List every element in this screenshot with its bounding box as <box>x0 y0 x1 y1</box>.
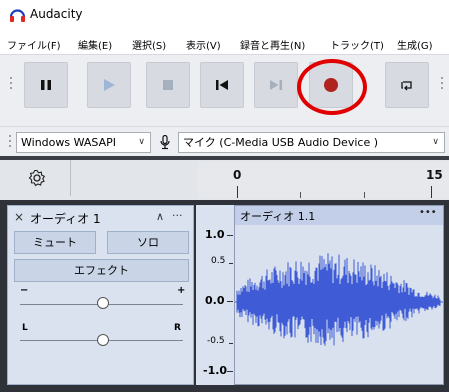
menu-bar: ファイル(F) 編集(E) 選択(S) 表示(V) 録音と再生(N) トラック(… <box>0 30 449 54</box>
amplitude-tick <box>227 371 233 372</box>
amplitude-label: -1.0 <box>203 364 228 377</box>
timeline-tick-mark <box>364 192 365 198</box>
chevron-down-icon: ∨ <box>138 137 145 147</box>
menu-edit[interactable]: 編集(E) <box>78 37 112 52</box>
pause-icon <box>41 80 51 90</box>
chevron-down-icon: ∨ <box>432 137 439 147</box>
menu-generate[interactable]: 生成(G) <box>397 37 433 52</box>
menu-view[interactable]: 表示(V) <box>186 37 221 52</box>
pan-right-label: R <box>174 323 181 333</box>
play-button[interactable] <box>87 62 131 108</box>
amplitude-tick <box>229 263 233 264</box>
record-highlight-annotation <box>297 59 367 115</box>
gain-slider-thumb[interactable] <box>97 297 109 309</box>
menu-record-play[interactable]: 録音と再生(N) <box>240 37 305 52</box>
waveform[interactable] <box>235 225 443 385</box>
timeline-ruler[interactable]: 0 15 <box>198 162 449 198</box>
amplitude-tick <box>227 235 233 236</box>
toolbar-grip-dot <box>10 87 12 89</box>
mute-button[interactable]: ミュート <box>14 231 96 254</box>
recording-device-value: マイク (C-Media USB Audio Device ) <box>183 136 378 149</box>
toolbar-grip-dot <box>10 82 12 84</box>
amplitude-label: 0.5 <box>211 256 226 266</box>
clip-name[interactable]: オーディオ 1.1 <box>240 208 315 224</box>
audacity-logo-icon <box>9 9 26 22</box>
gear-icon[interactable] <box>28 169 46 187</box>
pan-left-label: L <box>22 323 28 333</box>
toolbar-grip-dot <box>441 87 443 89</box>
gain-minus-label: − <box>20 285 29 296</box>
clip-menu-button[interactable]: ••• <box>419 207 437 218</box>
stop-button[interactable] <box>146 62 190 108</box>
toolbar-grip-right[interactable] <box>441 77 443 79</box>
device-toolbar-grip[interactable] <box>9 135 11 137</box>
pan-slider-thumb[interactable] <box>97 334 109 346</box>
skip-to-end-icon <box>270 80 282 90</box>
amplitude-label: -0.5 <box>207 336 225 346</box>
audio-host-value: Windows WASAPI <box>21 136 116 149</box>
solo-button[interactable]: ソロ <box>107 231 189 254</box>
device-toolbar: Windows WASAPI ∨ マイク (C-Media USB Audio … <box>0 126 449 157</box>
audio-clip[interactable]: オーディオ 1.1 ••• <box>234 205 444 385</box>
toolbar-grip-dot <box>9 145 11 147</box>
amplitude-tick <box>229 343 233 344</box>
toolbar-grip-dot <box>441 82 443 84</box>
menu-tracks[interactable]: トラック(T) <box>330 37 384 52</box>
microphone-icon <box>160 135 170 150</box>
loop-button[interactable] <box>385 62 429 108</box>
skip-to-start-button[interactable] <box>200 62 244 108</box>
track-control-panel: × オーディオ 1 ∧ ··· ミュート ソロ エフェクト − + L R <box>7 205 194 385</box>
amplitude-tick <box>227 301 233 302</box>
window-title: Audacity <box>30 7 83 21</box>
recording-device-select[interactable]: マイク (C-Media USB Audio Device ) ∨ <box>178 132 445 153</box>
effects-button[interactable]: エフェクト <box>14 259 189 282</box>
audio-host-select[interactable]: Windows WASAPI ∨ <box>16 132 151 153</box>
close-track-button[interactable]: × <box>14 210 24 224</box>
play-icon <box>104 79 115 91</box>
stop-icon <box>163 80 173 90</box>
transport-toolbar <box>0 54 449 127</box>
clip-header[interactable]: オーディオ 1.1 ••• <box>235 206 443 225</box>
timeline-tick-mark <box>237 186 238 198</box>
timeline-tick-mark <box>431 186 432 198</box>
toolbar-grip[interactable] <box>10 77 12 79</box>
amplitude-label: 1.0 <box>205 228 225 241</box>
skip-to-start-icon <box>216 80 228 90</box>
track-name[interactable]: オーディオ 1 <box>30 210 101 227</box>
gain-plus-label: + <box>177 285 186 296</box>
menu-select[interactable]: 選択(S) <box>132 37 166 52</box>
pause-button[interactable] <box>24 62 68 108</box>
menu-file[interactable]: ファイル(F) <box>7 37 61 52</box>
timeline-tick-0: 0 <box>233 168 242 182</box>
timeline-tick-15: 15 <box>426 168 443 182</box>
amplitude-label: 0.0 <box>205 294 225 307</box>
timeline-tick-mark <box>300 192 301 198</box>
loop-icon <box>401 81 412 91</box>
collapse-track-button[interactable]: ∧ <box>156 210 164 223</box>
amplitude-ruler: 1.0 0.5 0.0 -0.5 -1.0 <box>196 205 234 385</box>
timeline-options <box>4 160 71 196</box>
track-menu-button[interactable]: ··· <box>172 209 183 222</box>
toolbar-grip-dot <box>9 140 11 142</box>
skip-to-end-button[interactable] <box>254 62 298 108</box>
